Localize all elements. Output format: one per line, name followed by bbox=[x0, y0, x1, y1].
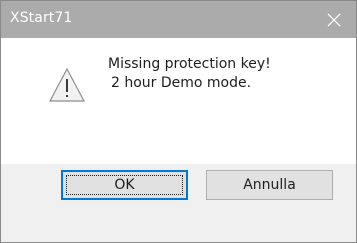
title-bar[interactable]: XStart71 bbox=[1, 1, 356, 38]
warning-triangle-icon bbox=[49, 68, 85, 102]
message-dialog: XStart71 Missing protection key! 2 hour … bbox=[0, 0, 357, 243]
cancel-button[interactable]: Annulla bbox=[206, 170, 333, 200]
ok-button[interactable]: OK bbox=[61, 170, 188, 200]
message-line-1: Missing protection key! bbox=[108, 56, 271, 72]
message-line-2: 2 hour Demo mode. bbox=[111, 75, 252, 91]
cancel-button-label: Annulla bbox=[243, 177, 296, 193]
close-icon bbox=[327, 13, 340, 26]
window-title: XStart71 bbox=[10, 10, 73, 26]
message-text: Missing protection key! 2 hour Demo mode… bbox=[108, 55, 271, 93]
close-button[interactable] bbox=[311, 1, 356, 38]
focus-ring bbox=[66, 175, 183, 195]
